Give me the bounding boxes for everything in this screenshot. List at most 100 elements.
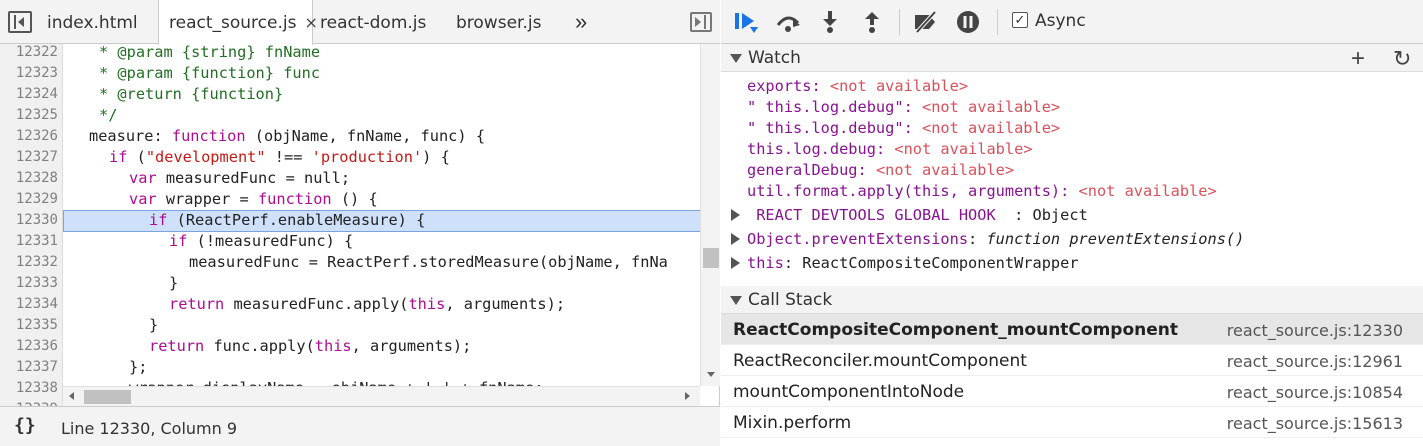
toggle-navigator-icon[interactable] (8, 11, 32, 33)
vertical-scroll-thumb[interactable] (703, 248, 719, 268)
collapse-triangle-icon[interactable] (730, 296, 742, 305)
watch-expression[interactable]: exports: <not available> (747, 76, 968, 97)
pause-on-exceptions-icon[interactable] (955, 10, 981, 34)
editor-tab-bar: index.html react_source.js × react-dom.js… (0, 0, 720, 45)
line-number[interactable]: 12325 (0, 105, 58, 126)
watch-object-row[interactable]: Object.preventExtensions: function preve… (731, 227, 1244, 251)
code-line: */ (99, 106, 118, 124)
call-frame-location[interactable]: react_source.js:12961 (1227, 352, 1403, 371)
watch-object-row[interactable]: this: ReactCompositeComponentWrapper (731, 251, 1079, 275)
more-tabs-icon[interactable]: » (575, 9, 587, 35)
debugger-toolbar: ✓ Async (721, 0, 1423, 44)
code-line: }; (129, 358, 148, 376)
toolbar-separator (899, 9, 900, 35)
tab-label: browser.js (456, 13, 542, 33)
line-number[interactable]: 12331 (0, 231, 58, 252)
watch-expression[interactable]: generalDebug: <not available> (747, 160, 1014, 181)
step-into-icon[interactable] (817, 10, 843, 34)
editor-status-bar: {} Line 12330, Column 9 (0, 406, 720, 446)
tab-index-html[interactable]: index.html (47, 0, 138, 44)
code-line: * @return {function} (99, 85, 284, 103)
line-number[interactable]: 12338 (0, 378, 58, 399)
watch-expression[interactable]: this.log.debug: <not available> (747, 139, 1033, 160)
tab-label: react_source.js (169, 13, 297, 33)
code-editor[interactable]: 12322 12323 12324 12325 12326 12327 1232… (0, 44, 720, 406)
code-line: var measuredFunc = null; (129, 169, 351, 187)
tab-react-dom-js[interactable]: react-dom.js (320, 0, 426, 44)
code-line: return measuredFunc.apply(this, argument… (169, 295, 566, 313)
call-frame-location[interactable]: react_source.js:15613 (1227, 414, 1403, 433)
line-number[interactable]: 12334 (0, 294, 58, 315)
pretty-print-icon[interactable]: {} (14, 415, 36, 436)
line-number[interactable]: 12333 (0, 273, 58, 294)
line-number[interactable]: 12335 (0, 315, 58, 336)
deactivate-breakpoints-icon[interactable] (913, 10, 939, 34)
expand-triangle-icon[interactable] (731, 257, 740, 269)
async-checkbox[interactable]: ✓ (1012, 12, 1028, 28)
line-number[interactable]: 12327 (0, 147, 58, 168)
tab-browser-js[interactable]: browser.js (456, 0, 541, 44)
line-number[interactable]: 12322 (0, 44, 58, 63)
line-number[interactable]: 12323 (0, 63, 58, 84)
step-out-icon[interactable] (859, 10, 885, 34)
callstack-title: Call Stack (748, 290, 833, 310)
line-number[interactable]: 12332 (0, 252, 58, 273)
line-number[interactable]: 12329 (0, 189, 58, 210)
code-line: } (169, 274, 179, 292)
toggle-debugger-icon[interactable] (690, 12, 712, 32)
vertical-scrollbar[interactable] (700, 44, 720, 386)
callstack-section-header[interactable]: Call Stack (721, 286, 1423, 314)
async-label: Async (1035, 11, 1086, 31)
line-number[interactable]: 12326 (0, 126, 58, 147)
code-line-paused: if (ReactPerf.enableMeasure) { (149, 211, 426, 229)
line-number[interactable]: 12330 (0, 210, 58, 231)
code-line: if (!measuredFunc) { (169, 232, 354, 250)
expand-triangle-icon[interactable] (731, 233, 740, 245)
watch-section-header[interactable]: Watch + ↻ (721, 44, 1423, 72)
call-frame[interactable]: ReactCompositeComponent_mountComponent r… (721, 314, 1423, 345)
code-line: * @param {string} fnName (99, 44, 321, 61)
watch-title: Watch (748, 48, 801, 68)
horizontal-scrollbar[interactable] (63, 386, 700, 406)
line-number[interactable]: 12337 (0, 357, 58, 378)
call-frame-location[interactable]: react_source.js:12330 (1227, 321, 1403, 340)
call-frame-name: ReactCompositeComponent_mountComponent (733, 320, 1178, 340)
scroll-right-icon[interactable] (685, 392, 690, 400)
expand-triangle-icon[interactable] (731, 209, 740, 221)
code-line: var wrapper = function () { (129, 190, 378, 208)
collapse-triangle-icon[interactable] (730, 54, 742, 63)
code-line: if ("development" !== 'production') { (109, 148, 450, 166)
debugger-sidebar: ✓ Async Watch + ↻ exports: <not availabl… (721, 0, 1423, 446)
watch-object-row[interactable]: REACT DEVTOOLS GLOBAL HOOK : Object (731, 203, 1088, 227)
tab-label: index.html (47, 13, 138, 33)
code-line: * @param {function} func (99, 64, 321, 82)
refresh-watch-icon[interactable]: ↻ (1393, 46, 1411, 72)
line-number[interactable]: 12336 (0, 336, 58, 357)
horizontal-scroll-thumb[interactable] (84, 390, 131, 404)
watch-expression[interactable]: " this.log.debug": <not available> (747, 118, 1060, 139)
tab-label: react-dom.js (320, 13, 427, 33)
call-frame-name: ReactReconciler.mountComponent (733, 351, 1027, 371)
scroll-down-icon[interactable] (707, 372, 715, 377)
resume-icon[interactable] (733, 10, 759, 34)
step-over-icon[interactable] (775, 10, 801, 34)
call-frame-name: mountComponentIntoNode (733, 382, 965, 402)
tab-react-source-js[interactable]: react_source.js × (158, 0, 318, 45)
call-frame-location[interactable]: react_source.js:10854 (1227, 383, 1403, 402)
line-number[interactable]: 12339 (0, 399, 58, 406)
call-frame[interactable]: Mixin.perform react_source.js:15613 (721, 407, 1423, 438)
line-number[interactable]: 12324 (0, 84, 58, 105)
add-watch-icon[interactable]: + (1351, 45, 1365, 73)
call-frame[interactable]: ReactReconciler.mountComponent react_sou… (721, 345, 1423, 376)
watch-expression[interactable]: util.format.apply(this, arguments): <not… (747, 181, 1217, 202)
scroll-left-icon[interactable] (69, 392, 74, 400)
call-frame[interactable]: mountComponentIntoNode react_source.js:1… (721, 376, 1423, 407)
toolbar-separator (997, 9, 998, 35)
code-line: measure: function (objName, fnName, func… (89, 127, 486, 145)
cursor-position: Line 12330, Column 9 (61, 419, 238, 438)
code-line: return func.apply(this, arguments); (149, 337, 472, 355)
line-number[interactable]: 12328 (0, 168, 58, 189)
close-tab-icon[interactable]: × (304, 13, 317, 32)
call-frame-name: Mixin.perform (733, 413, 852, 433)
watch-expression[interactable]: " this.log.debug": <not available> (747, 97, 1060, 118)
